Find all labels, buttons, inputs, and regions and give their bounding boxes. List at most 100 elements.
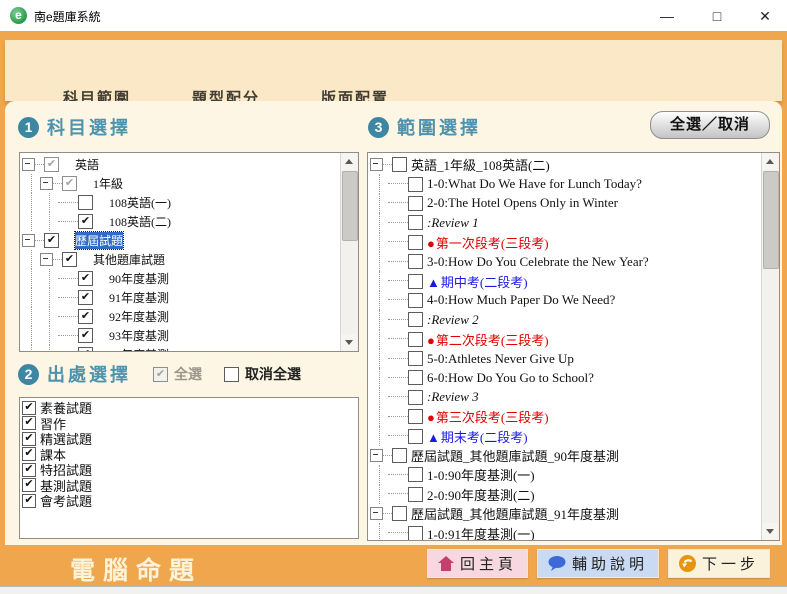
tree-item-label[interactable]: 94年度基測 xyxy=(109,346,169,352)
tree-item[interactable]: 1-0:91年度基測(一) xyxy=(370,523,761,541)
tree-collapse-toggle[interactable] xyxy=(370,449,383,462)
deselect-all-checkbox-box[interactable] xyxy=(224,367,239,382)
help-button[interactable]: 輔助說明 xyxy=(537,549,659,578)
tree-item[interactable]: ✔92年度基測 xyxy=(22,307,340,326)
tree-item-label[interactable]: ●第一次段考(三段考) xyxy=(427,233,549,252)
tree-item[interactable]: ✔93年度基測 xyxy=(22,326,340,345)
tree-checkbox[interactable] xyxy=(392,157,407,172)
tree-item[interactable]: 歷屆試題_其他題庫試題_90年度基測 xyxy=(370,446,761,465)
tree-checkbox[interactable] xyxy=(408,274,423,289)
tree-item-label[interactable]: ●第三次段考(三段考) xyxy=(427,407,549,426)
source-item-checkbox[interactable]: ✔ xyxy=(22,463,36,477)
tree-item-label[interactable]: ▲期中考(二段考) xyxy=(427,272,528,291)
tree-item[interactable]: 3-0:How Do You Celebrate the New Year? xyxy=(370,252,761,271)
tree-item-label[interactable]: 英語_1年級_108英語(二) xyxy=(411,155,550,174)
tree-item-label[interactable]: :Review 3 xyxy=(427,389,479,405)
tree-item[interactable]: :Review 1 xyxy=(370,213,761,232)
tree-item-label[interactable]: 歷屆試題_其他題庫試題_90年度基測 xyxy=(411,446,619,465)
tree-checkbox[interactable]: ✔ xyxy=(78,290,93,305)
range-tree-scrollbar[interactable] xyxy=(761,153,779,540)
scroll-up-icon[interactable] xyxy=(762,153,778,170)
tree-item[interactable]: 108英語(一) xyxy=(22,193,340,212)
tree-item[interactable]: ▲期末考(二段考) xyxy=(370,426,761,445)
tree-collapse-toggle[interactable] xyxy=(22,158,35,171)
tree-checkbox[interactable] xyxy=(408,409,423,424)
close-button[interactable]: ✕ xyxy=(748,4,782,28)
tree-item[interactable]: ●第三次段考(三段考) xyxy=(370,407,761,426)
tree-checkbox[interactable] xyxy=(408,196,423,211)
tree-checkbox[interactable] xyxy=(408,332,423,347)
tree-item-label[interactable]: 歷屆試題_其他題庫試題_91年度基測 xyxy=(411,504,619,523)
tree-item[interactable]: 2-0:90年度基測(二) xyxy=(370,485,761,504)
tree-checkbox[interactable]: ✔ xyxy=(78,328,93,343)
tree-item[interactable]: ✔90年度基測 xyxy=(22,269,340,288)
tree-item[interactable]: 歷屆試題_其他題庫試題_91年度基測 xyxy=(370,504,761,523)
scroll-down-icon[interactable] xyxy=(762,523,778,540)
tree-item-label[interactable]: 1-0:What Do We Have for Lunch Today? xyxy=(427,176,642,192)
source-item-checkbox[interactable]: ✔ xyxy=(22,401,36,415)
tree-checkbox[interactable] xyxy=(408,312,423,327)
tree-item[interactable]: ●第一次段考(三段考) xyxy=(370,233,761,252)
deselect-all-checkbox[interactable]: 取消全選 xyxy=(224,364,301,384)
tree-checkbox[interactable] xyxy=(408,429,423,444)
source-item-label[interactable]: 會考試題 xyxy=(40,491,92,510)
tree-item[interactable]: 2-0:The Hotel Opens Only in Winter xyxy=(370,194,761,213)
tree-collapse-toggle[interactable] xyxy=(370,158,383,171)
tree-item-label[interactable]: ▲期末考(二段考) xyxy=(427,427,528,446)
select-all-toggle-button[interactable]: 全選／取消 xyxy=(650,111,770,139)
tree-checkbox[interactable] xyxy=(408,390,423,405)
tree-checkbox[interactable]: ✔ xyxy=(78,214,93,229)
tree-collapse-toggle[interactable] xyxy=(22,234,35,247)
tree-item[interactable]: ✔ 94年度基測 xyxy=(22,345,340,352)
source-list-item[interactable]: ✔素養試題 xyxy=(22,400,358,416)
tree-item-label[interactable]: 英語 xyxy=(75,156,99,173)
select-all-checkbox-box[interactable]: ✔ xyxy=(153,367,168,382)
tree-collapse-toggle[interactable] xyxy=(40,253,53,266)
tree-item-label[interactable]: 5-0:Athletes Never Give Up xyxy=(427,351,574,367)
tree-checkbox[interactable] xyxy=(408,351,423,366)
tree-item[interactable]: ✔ 1年級 xyxy=(22,174,340,193)
tree-item-label[interactable]: 108英語(一) xyxy=(109,194,171,211)
tree-checkbox[interactable]: ✔ xyxy=(62,176,77,191)
source-list-item[interactable]: ✔ 會考試題 xyxy=(22,493,358,509)
tree-item-label[interactable]: 108英語(二) xyxy=(109,213,171,230)
tree-item[interactable]: ✔ 英語 xyxy=(22,155,340,174)
tree-checkbox[interactable] xyxy=(392,506,407,521)
tree-checkbox[interactable] xyxy=(408,487,423,502)
maximize-button[interactable]: □ xyxy=(700,4,734,28)
minimize-button[interactable]: — xyxy=(650,4,684,28)
tree-item-label[interactable]: 1-0:91年度基測(一) xyxy=(427,524,535,541)
tree-item-label[interactable]: 2-0:90年度基測(二) xyxy=(427,485,535,504)
tree-item[interactable]: 1-0:What Do We Have for Lunch Today? xyxy=(370,174,761,193)
tree-item[interactable]: 英語_1年級_108英語(二) xyxy=(370,155,761,174)
tree-item[interactable]: ✔歷屆試題 xyxy=(22,231,340,250)
source-item-checkbox[interactable]: ✔ xyxy=(22,494,36,508)
scrollbar-thumb[interactable] xyxy=(763,171,779,269)
tree-item-label[interactable]: 92年度基測 xyxy=(109,308,169,325)
tree-item-label[interactable]: 1年級 xyxy=(93,175,123,192)
scrollbar-thumb[interactable] xyxy=(342,171,358,241)
tree-item-label[interactable]: 2-0:The Hotel Opens Only in Winter xyxy=(427,195,618,211)
source-list-item[interactable]: ✔精選試題 xyxy=(22,431,358,447)
tree-item[interactable]: 4-0:How Much Paper Do We Need? xyxy=(370,291,761,310)
tree-item-label[interactable]: 6-0:How Do You Go to School? xyxy=(427,370,594,386)
tree-checkbox[interactable]: ✔ xyxy=(44,157,59,172)
tree-checkbox[interactable] xyxy=(392,448,407,463)
tree-checkbox[interactable]: ✔ xyxy=(62,252,77,267)
tree-item[interactable]: :Review 3 xyxy=(370,388,761,407)
tree-checkbox[interactable] xyxy=(408,526,423,541)
tree-checkbox[interactable]: ✔ xyxy=(78,347,93,352)
home-button[interactable]: 回主頁 xyxy=(427,549,528,578)
tree-item-label[interactable]: 3-0:How Do You Celebrate the New Year? xyxy=(427,254,649,270)
tree-item[interactable]: 1-0:90年度基測(一) xyxy=(370,465,761,484)
subject-tree-scrollbar[interactable] xyxy=(340,153,358,351)
tree-checkbox[interactable]: ✔ xyxy=(78,271,93,286)
scroll-up-icon[interactable] xyxy=(341,153,357,170)
tree-item[interactable]: 6-0:How Do You Go to School? xyxy=(370,368,761,387)
tree-checkbox[interactable] xyxy=(408,467,423,482)
scroll-down-icon[interactable] xyxy=(341,334,357,351)
tree-checkbox[interactable] xyxy=(408,235,423,250)
tree-checkbox[interactable] xyxy=(408,177,423,192)
source-item-checkbox[interactable]: ✔ xyxy=(22,432,36,446)
next-button[interactable]: 下一步 xyxy=(668,549,770,578)
